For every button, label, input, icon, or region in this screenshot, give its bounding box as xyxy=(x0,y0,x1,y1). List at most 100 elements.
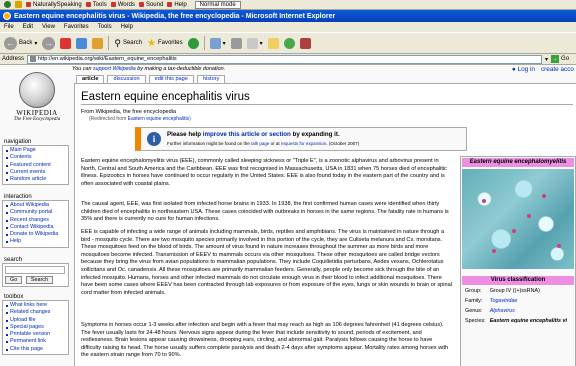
menu-view[interactable]: View xyxy=(42,24,55,30)
logo-tagline: The Free Encyclopedia xyxy=(13,117,61,122)
tool-permanent-link[interactable]: Permanent link xyxy=(6,338,65,345)
menu-favorites[interactable]: Favorites xyxy=(64,24,89,30)
improve-article-link[interactable]: improve this article or section xyxy=(203,131,291,138)
nav-community-portal[interactable]: Community portal xyxy=(6,209,65,216)
home-button[interactable] xyxy=(92,37,104,49)
address-dropdown-icon[interactable]: ▾ xyxy=(545,56,548,63)
edit-icon xyxy=(246,37,258,49)
search-go-button[interactable]: Go xyxy=(5,276,23,284)
tab-discussion[interactable]: discussion xyxy=(107,75,146,83)
virus-micrograph-image[interactable] xyxy=(462,169,574,269)
paragraph-2: The causal agent, EEE, was first isolate… xyxy=(81,201,449,223)
nav-current-events[interactable]: Current events xyxy=(6,169,65,176)
family-link[interactable]: Togaviridae xyxy=(488,297,569,307)
refresh-button[interactable] xyxy=(76,37,88,49)
ns-menu-naturallyspeaking[interactable]: NaturallySpeaking xyxy=(26,2,82,8)
star-icon: ★ xyxy=(146,37,156,49)
table-row: Group: Group IV ((+)ssRNA) xyxy=(465,288,540,294)
stop-button[interactable] xyxy=(60,37,72,49)
search-icon: ⚲ xyxy=(114,37,121,48)
home-icon xyxy=(92,37,104,49)
tab-history[interactable]: history xyxy=(196,75,226,83)
paragraph-1: Eastern equine encephalomyelitis virus (… xyxy=(81,158,447,187)
address-bar: Address http://en.wikipedia.org/wiki/Eas… xyxy=(0,54,576,65)
ns-mode-select[interactable]: Normal mode xyxy=(194,0,241,9)
tab-article[interactable]: article xyxy=(76,75,105,83)
chevron-down-icon: ▾ xyxy=(34,40,38,47)
search-full-button[interactable]: Search xyxy=(25,276,53,284)
search-portlet: search Go Search xyxy=(2,257,69,287)
menu-file[interactable]: File xyxy=(4,24,14,30)
edit-button[interactable]: ▾ xyxy=(246,37,263,49)
table-row: Family: Togaviridae xyxy=(463,297,569,307)
support-wikipedia-link[interactable]: support Wikipedia xyxy=(93,66,136,72)
refresh-icon xyxy=(76,37,88,49)
wikipedia-logo[interactable]: WIKIPEDIA The Free Encyclopedia xyxy=(4,65,70,135)
folder-icon xyxy=(267,37,279,49)
personal-links: ● Log in create acco xyxy=(512,66,574,73)
messenger-button[interactable] xyxy=(283,37,295,49)
nav-featured-content[interactable]: Featured content xyxy=(6,162,65,169)
redirect-link[interactable]: Eastern equine encephalitis xyxy=(128,116,189,122)
research-button[interactable] xyxy=(299,37,311,49)
paragraph-4: Symptoms in horses occur 1-3 weeks after… xyxy=(81,322,449,359)
mail-icon xyxy=(209,37,221,49)
article-content: Eastern equine encephalitis virus From W… xyxy=(74,83,576,366)
history-button[interactable] xyxy=(187,37,199,49)
virus-classification-header: Virus classification xyxy=(462,276,574,285)
back-arrow-icon: ← xyxy=(4,36,17,50)
toolbox-portlet: toolbox What links here Related changes … xyxy=(2,294,69,356)
ns-menu-words[interactable]: Words xyxy=(110,2,135,8)
search-button[interactable]: ⚲ Search xyxy=(114,38,142,49)
tool-cite-page[interactable]: Cite this page xyxy=(6,346,65,353)
create-account-link[interactable]: create acco xyxy=(541,66,574,73)
tool-what-links-here[interactable]: What links here xyxy=(6,302,65,309)
nav-main-page[interactable]: Main Page xyxy=(6,147,65,154)
address-input[interactable]: http://en.wikipedia.org/wiki/Eastern_equ… xyxy=(27,54,543,64)
back-button[interactable]: ← Back ▾ xyxy=(4,36,38,50)
tab-edit[interactable]: edit this page xyxy=(148,75,194,83)
search-input[interactable] xyxy=(5,266,65,274)
nav-random-article[interactable]: Random article xyxy=(6,176,65,183)
puzzle-globe-icon xyxy=(19,72,55,108)
browser-toolbar: ← Back ▾ → ⚲ Search ★ Favorites ▾ ▾ xyxy=(0,32,576,54)
menu-edit[interactable]: Edit xyxy=(23,24,33,30)
tool-upload-file[interactable]: Upload file xyxy=(6,317,65,324)
window-title-bar[interactable]: Eastern equine encephalitis virus - Wiki… xyxy=(0,10,576,22)
menu-help[interactable]: Help xyxy=(121,24,133,30)
talk-page-link[interactable]: talk page xyxy=(251,141,269,146)
nav-donate[interactable]: Donate to Wikipedia xyxy=(6,231,65,238)
ns-menu-tools[interactable]: Tools xyxy=(85,2,107,8)
folder-button[interactable] xyxy=(267,37,279,49)
classification-table: Group: Group IV ((+)ssRNA) Family: Togavir… xyxy=(463,287,569,327)
paragraph-3: EEE is capable of infecting a wide range… xyxy=(81,229,452,296)
tool-special-pages[interactable]: Special pages xyxy=(6,324,65,331)
ns-menu-sound[interactable]: Sound xyxy=(138,2,163,8)
tool-related-changes[interactable]: Related changes xyxy=(6,309,65,316)
nav-help[interactable]: Help xyxy=(6,238,65,245)
nav-recent-changes[interactable]: Recent changes xyxy=(6,217,65,224)
stop-icon xyxy=(60,37,72,49)
redirect-notice: (Redirected from Eastern equine encephal… xyxy=(89,116,191,122)
history-icon xyxy=(187,37,199,49)
menu-tools[interactable]: Tools xyxy=(98,24,112,30)
genus-link[interactable]: Alphavirus xyxy=(488,307,569,317)
article-tabs: article discussion edit this page histor… xyxy=(76,75,226,83)
nav-contact[interactable]: Contact Wikipedia xyxy=(6,224,65,231)
toolbar-divider xyxy=(203,36,205,50)
ie-logo-icon xyxy=(3,12,11,20)
mail-button[interactable]: ▾ xyxy=(209,37,226,49)
login-link[interactable]: ● Log in xyxy=(512,66,535,73)
nav-about[interactable]: About Wikipedia xyxy=(6,202,65,209)
go-button[interactable]: → Go xyxy=(551,55,569,63)
forward-button[interactable]: → xyxy=(42,36,56,50)
taxobox-title: Eastern equine encephalomyelitis xyxy=(462,158,574,167)
favorites-button[interactable]: ★ Favorites xyxy=(147,38,183,49)
tool-printable-version[interactable]: Printable version xyxy=(6,331,65,338)
microphone-icon[interactable] xyxy=(4,1,11,8)
ns-menu-help[interactable]: Help xyxy=(167,2,187,8)
address-url: http://en.wikipedia.org/wiki/Eastern_equ… xyxy=(38,56,177,62)
requests-expansion-link[interactable]: requests for expansion xyxy=(281,141,327,146)
print-button[interactable] xyxy=(230,37,242,49)
nav-contents[interactable]: Contents xyxy=(6,154,65,161)
